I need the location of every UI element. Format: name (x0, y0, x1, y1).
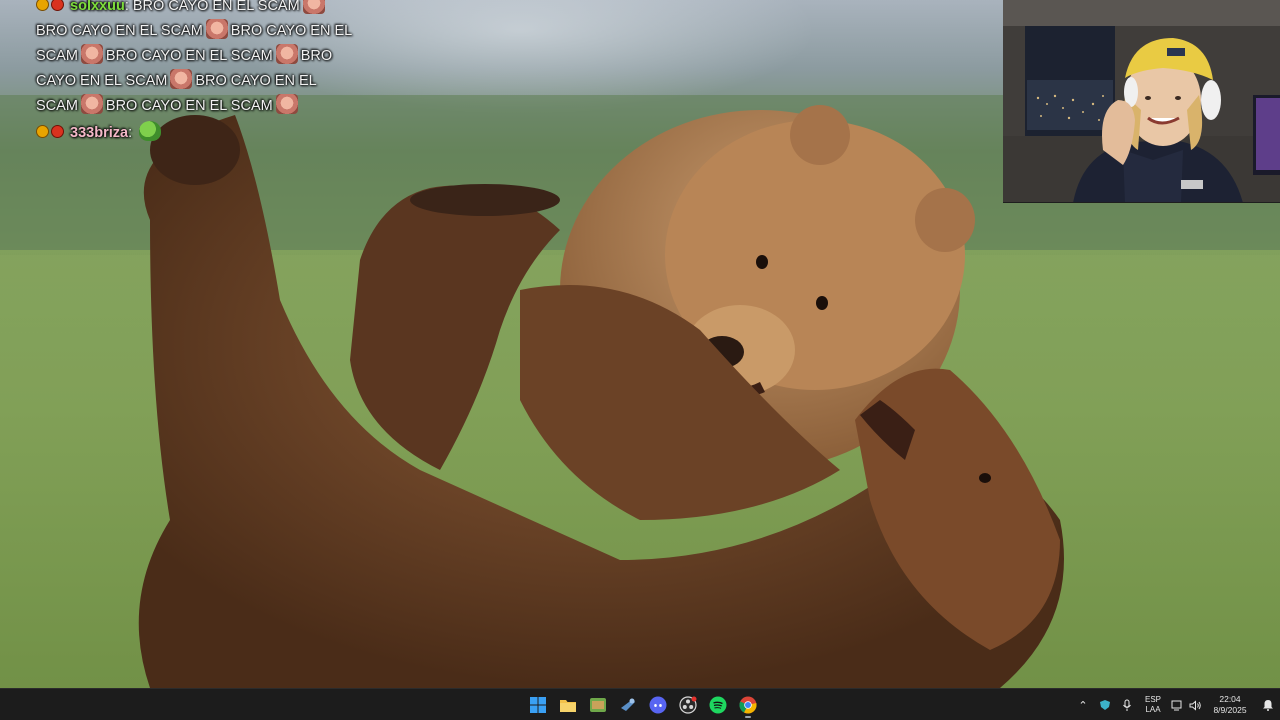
network-button[interactable] (1168, 689, 1186, 720)
network-icon (1171, 700, 1182, 710)
taskbar-app-green[interactable] (583, 691, 613, 719)
taskbar-chrome[interactable] (733, 691, 763, 719)
face-emote-icon (275, 94, 298, 114)
chrome-icon (739, 696, 757, 714)
windows-logo-icon (530, 697, 546, 713)
chevron-up-icon: ⌃ (1078, 699, 1088, 712)
stream-chat-overlay: solxxuu: BRO CAYO EN EL SCAM BRO CAYO EN … (36, 0, 356, 146)
chat-colon: : (124, 0, 133, 14)
taskbar-steam[interactable] (613, 691, 643, 719)
steam-icon (621, 698, 635, 711)
face-emote-icon (302, 0, 325, 14)
pepe-emote-icon (139, 121, 162, 141)
chat-message: solxxuu: BRO CAYO EN EL SCAM BRO CAYO EN … (36, 0, 356, 119)
start-button[interactable] (523, 691, 553, 719)
green-window-icon (590, 698, 606, 712)
folder-icon (560, 700, 576, 712)
discord-icon (649, 696, 667, 714)
chat-colon: : (128, 125, 137, 141)
speaker-icon (1189, 699, 1201, 711)
face-emote-icon (205, 19, 228, 39)
taskbar-file-explorer[interactable] (553, 691, 583, 719)
face-emote-icon (170, 69, 193, 89)
chat-username: solxxuu (70, 0, 125, 14)
taskbar-obs[interactable] (673, 691, 703, 719)
red-badge-icon (51, 0, 64, 11)
face-emote-icon (80, 94, 103, 114)
gold-badge-icon (36, 0, 49, 11)
tray-app-button[interactable] (1094, 689, 1116, 720)
red-badge-icon (51, 125, 64, 138)
chat-text: BRO CAYO EN EL SCAM (132, 0, 300, 14)
bell-icon (1263, 700, 1273, 711)
volume-button[interactable] (1186, 689, 1204, 720)
windows-taskbar: ⌃ ESP LAA 22:04 8/9/2025 (0, 688, 1280, 720)
taskbar-app-list (523, 691, 763, 719)
show-hidden-icons-button[interactable]: ⌃ (1072, 689, 1094, 720)
gold-badge-icon (36, 125, 49, 138)
taskbar-spotify[interactable] (703, 691, 733, 719)
clock-button[interactable]: 22:04 8/9/2025 (1204, 689, 1256, 720)
streamer-webcam-image (1003, 0, 1280, 202)
obs-icon (679, 696, 697, 714)
chat-text: BRO CAYO EN EL SCAM (105, 48, 273, 64)
chat-text: BRO CAYO EN EL SCAM (105, 98, 273, 114)
face-emote-icon (80, 44, 103, 64)
microphone-button[interactable] (1116, 689, 1138, 720)
clock-time: 22:04 (1219, 694, 1241, 704)
clock-date: 8/9/2025 (1213, 705, 1247, 715)
keyboard-layout-code: LAA (1145, 705, 1161, 714)
chat-username: 333briza (70, 125, 129, 141)
shield-app-icon (1100, 700, 1110, 710)
taskbar-discord[interactable] (643, 691, 673, 719)
notifications-button[interactable] (1256, 689, 1280, 720)
language-code: ESP (1144, 695, 1161, 704)
input-language-button[interactable]: ESP LAA (1138, 689, 1168, 720)
chat-message: 333briza: (36, 121, 356, 146)
webcam-overlay (1003, 0, 1280, 203)
microphone-icon (1123, 699, 1131, 711)
system-tray: ⌃ ESP LAA 22:04 8/9/2025 (1072, 689, 1280, 720)
chat-text: BRO CAYO EN EL SCAM (36, 23, 203, 39)
face-emote-icon (275, 44, 298, 64)
spotify-icon (709, 696, 727, 714)
